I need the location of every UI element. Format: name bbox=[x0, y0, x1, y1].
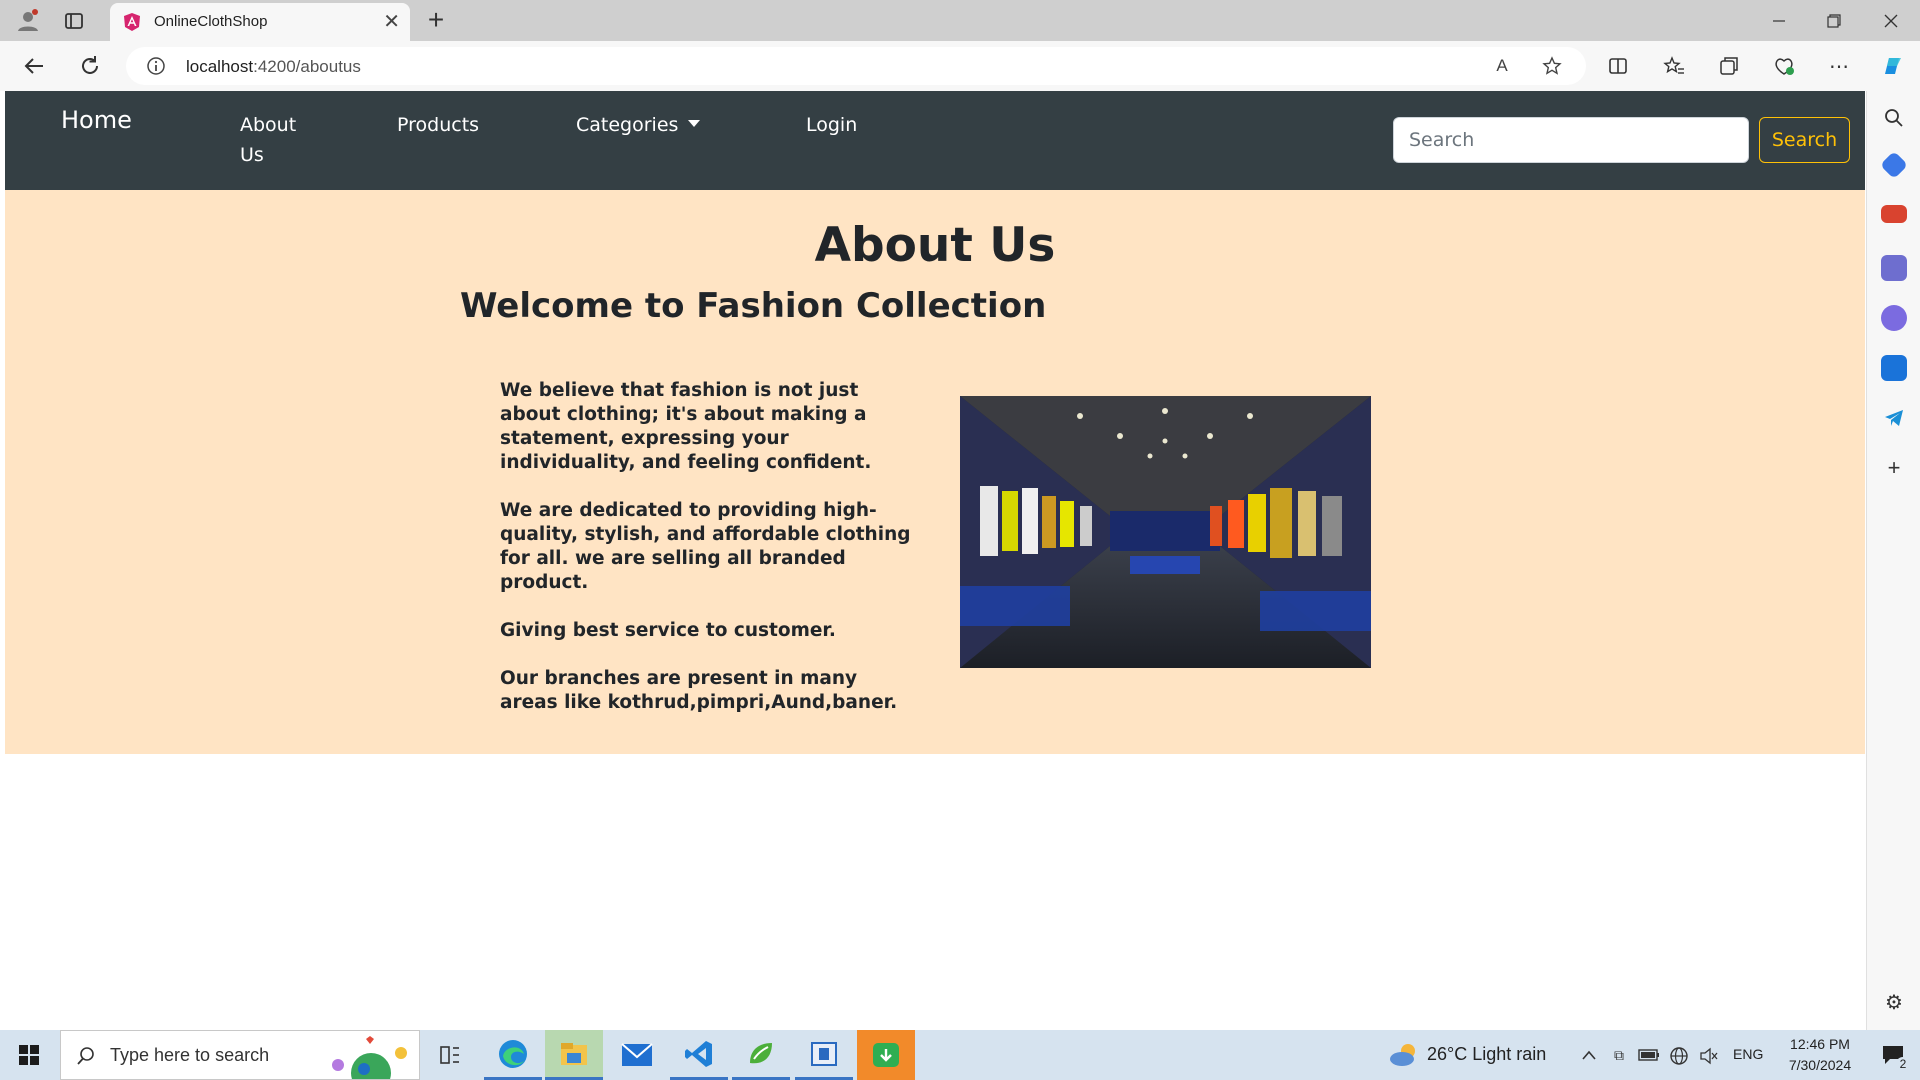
battery-icon[interactable] bbox=[1637, 1045, 1661, 1065]
edge-taskbar-icon[interactable] bbox=[484, 1030, 542, 1080]
minimize-icon[interactable] bbox=[1765, 8, 1793, 34]
page-viewport: Home About Us Products Categories Login … bbox=[5, 91, 1865, 1030]
task-view-icon[interactable] bbox=[421, 1030, 479, 1080]
download-app-icon[interactable] bbox=[857, 1030, 915, 1080]
nav-home-link[interactable]: Home bbox=[61, 105, 132, 135]
nav-categories-label: Categories bbox=[576, 114, 679, 136]
favorite-star-icon[interactable] bbox=[1541, 55, 1563, 77]
weather-text[interactable]: 26°C Light rain bbox=[1427, 1044, 1546, 1065]
restore-icon[interactable] bbox=[1820, 8, 1848, 34]
profile-icon[interactable] bbox=[14, 7, 42, 35]
notepad-app-icon[interactable] bbox=[795, 1030, 853, 1080]
file-explorer-icon[interactable] bbox=[545, 1030, 603, 1080]
sidebar-telegram-icon[interactable] bbox=[1881, 405, 1907, 431]
language-indicator[interactable]: ENG bbox=[1733, 1046, 1763, 1062]
sidebar-settings-icon[interactable]: ⚙ bbox=[1881, 989, 1907, 1015]
about-section: About Us Welcome to Fashion Collection W… bbox=[5, 190, 1865, 754]
sidebar-microsoft365-icon[interactable] bbox=[1881, 305, 1907, 331]
edge-sidebar: + ⚙ bbox=[1866, 91, 1920, 1030]
tab-actions-icon[interactable] bbox=[62, 9, 86, 33]
site-info-icon[interactable] bbox=[146, 56, 166, 76]
close-window-icon[interactable] bbox=[1877, 8, 1905, 34]
notifications-icon[interactable]: 2 bbox=[1878, 1041, 1910, 1071]
sidebar-games-icon[interactable] bbox=[1881, 255, 1907, 281]
windows-taskbar: Type here to search 26°C Light rain ⧉ EN… bbox=[0, 1030, 1920, 1080]
browser-tab[interactable]: OnlineClothShop ✕ bbox=[110, 3, 410, 41]
clock-time: 12:46 PM bbox=[1790, 1036, 1850, 1052]
caret-down-icon bbox=[688, 120, 701, 127]
url-text: localhost:4200/aboutus bbox=[186, 57, 361, 77]
about-paragraph: We are dedicated to providing high-quali… bbox=[500, 500, 911, 593]
angular-logo-icon bbox=[122, 12, 142, 32]
taskbar-search-box[interactable]: Type here to search bbox=[60, 1030, 420, 1080]
url-host: localhost bbox=[186, 57, 254, 76]
welcome-heading: Welcome to Fashion Collection bbox=[460, 286, 1047, 326]
tab-title: OnlineClothShop bbox=[154, 13, 268, 30]
close-tab-icon[interactable]: ✕ bbox=[383, 9, 400, 34]
nav-categories-dropdown[interactable]: Categories bbox=[576, 110, 701, 140]
magnifier-icon bbox=[75, 1045, 97, 1067]
weather-label: 26°C Light rain bbox=[1427, 1044, 1547, 1064]
nav-about-us-link[interactable]: About Us bbox=[240, 110, 310, 170]
network-globe-icon[interactable] bbox=[1668, 1045, 1690, 1067]
url-path: :4200/aboutus bbox=[253, 57, 361, 76]
nav-products-link[interactable]: Products bbox=[397, 110, 479, 140]
collections-icon[interactable] bbox=[1717, 54, 1741, 78]
windows-start-icon[interactable] bbox=[0, 1030, 58, 1080]
taskbar-search-placeholder: Type here to search bbox=[110, 1045, 270, 1065]
new-tab-icon[interactable]: + bbox=[422, 4, 450, 35]
meet-now-icon[interactable]: ⧉ bbox=[1609, 1045, 1629, 1065]
vscode-icon[interactable] bbox=[670, 1030, 728, 1080]
url-field[interactable]: localhost:4200/aboutus A bbox=[126, 47, 1586, 85]
about-paragraph: We believe that fashion is not just abou… bbox=[500, 380, 872, 473]
sidebar-outlook-icon[interactable] bbox=[1881, 355, 1907, 381]
weather-cloud-icon bbox=[1388, 1040, 1420, 1070]
sidebar-add-icon[interactable]: + bbox=[1881, 455, 1907, 481]
read-aloud-icon[interactable]: A bbox=[1491, 55, 1513, 77]
search-input[interactable] bbox=[1393, 117, 1749, 163]
sidebar-shopping-icon[interactable] bbox=[1879, 150, 1909, 180]
search-highlight-icon bbox=[326, 1033, 416, 1079]
tray-chevron-up-icon[interactable] bbox=[1579, 1045, 1599, 1065]
about-paragraph: Giving best service to customer. bbox=[500, 620, 836, 641]
about-text: We believe that fashion is not just abou… bbox=[500, 379, 920, 739]
reload-icon[interactable] bbox=[76, 52, 104, 80]
navbar: Home About Us Products Categories Login … bbox=[5, 91, 1865, 190]
spring-tools-icon[interactable] bbox=[732, 1030, 790, 1080]
browser-essentials-icon[interactable] bbox=[1772, 54, 1796, 78]
more-menu-icon[interactable]: ⋯ bbox=[1827, 54, 1851, 78]
notification-count-badge: 2 bbox=[1896, 1057, 1910, 1071]
about-paragraph: Our branches are present in many areas l… bbox=[500, 668, 898, 713]
clock-date: 7/30/2024 bbox=[1788, 1057, 1852, 1073]
clothing-store-image bbox=[960, 396, 1371, 668]
sidebar-search-icon[interactable] bbox=[1881, 105, 1907, 131]
browser-tab-bar: OnlineClothShop ✕ + bbox=[0, 0, 1920, 41]
clock[interactable]: 12:46 PM 7/30/2024 bbox=[1770, 1034, 1870, 1076]
mail-icon[interactable] bbox=[608, 1030, 666, 1080]
search-button[interactable]: Search bbox=[1759, 117, 1850, 163]
volume-muted-icon[interactable] bbox=[1698, 1045, 1720, 1067]
back-icon[interactable] bbox=[20, 52, 48, 80]
nav-login-link[interactable]: Login bbox=[806, 110, 857, 140]
split-screen-icon[interactable] bbox=[1606, 54, 1630, 78]
page-title: About Us bbox=[814, 218, 1056, 273]
copilot-icon[interactable] bbox=[1878, 51, 1908, 81]
sidebar-tools-icon[interactable] bbox=[1881, 205, 1907, 223]
favorites-icon[interactable] bbox=[1662, 54, 1686, 78]
browser-address-bar: localhost:4200/aboutus A ⋯ bbox=[0, 41, 1920, 91]
